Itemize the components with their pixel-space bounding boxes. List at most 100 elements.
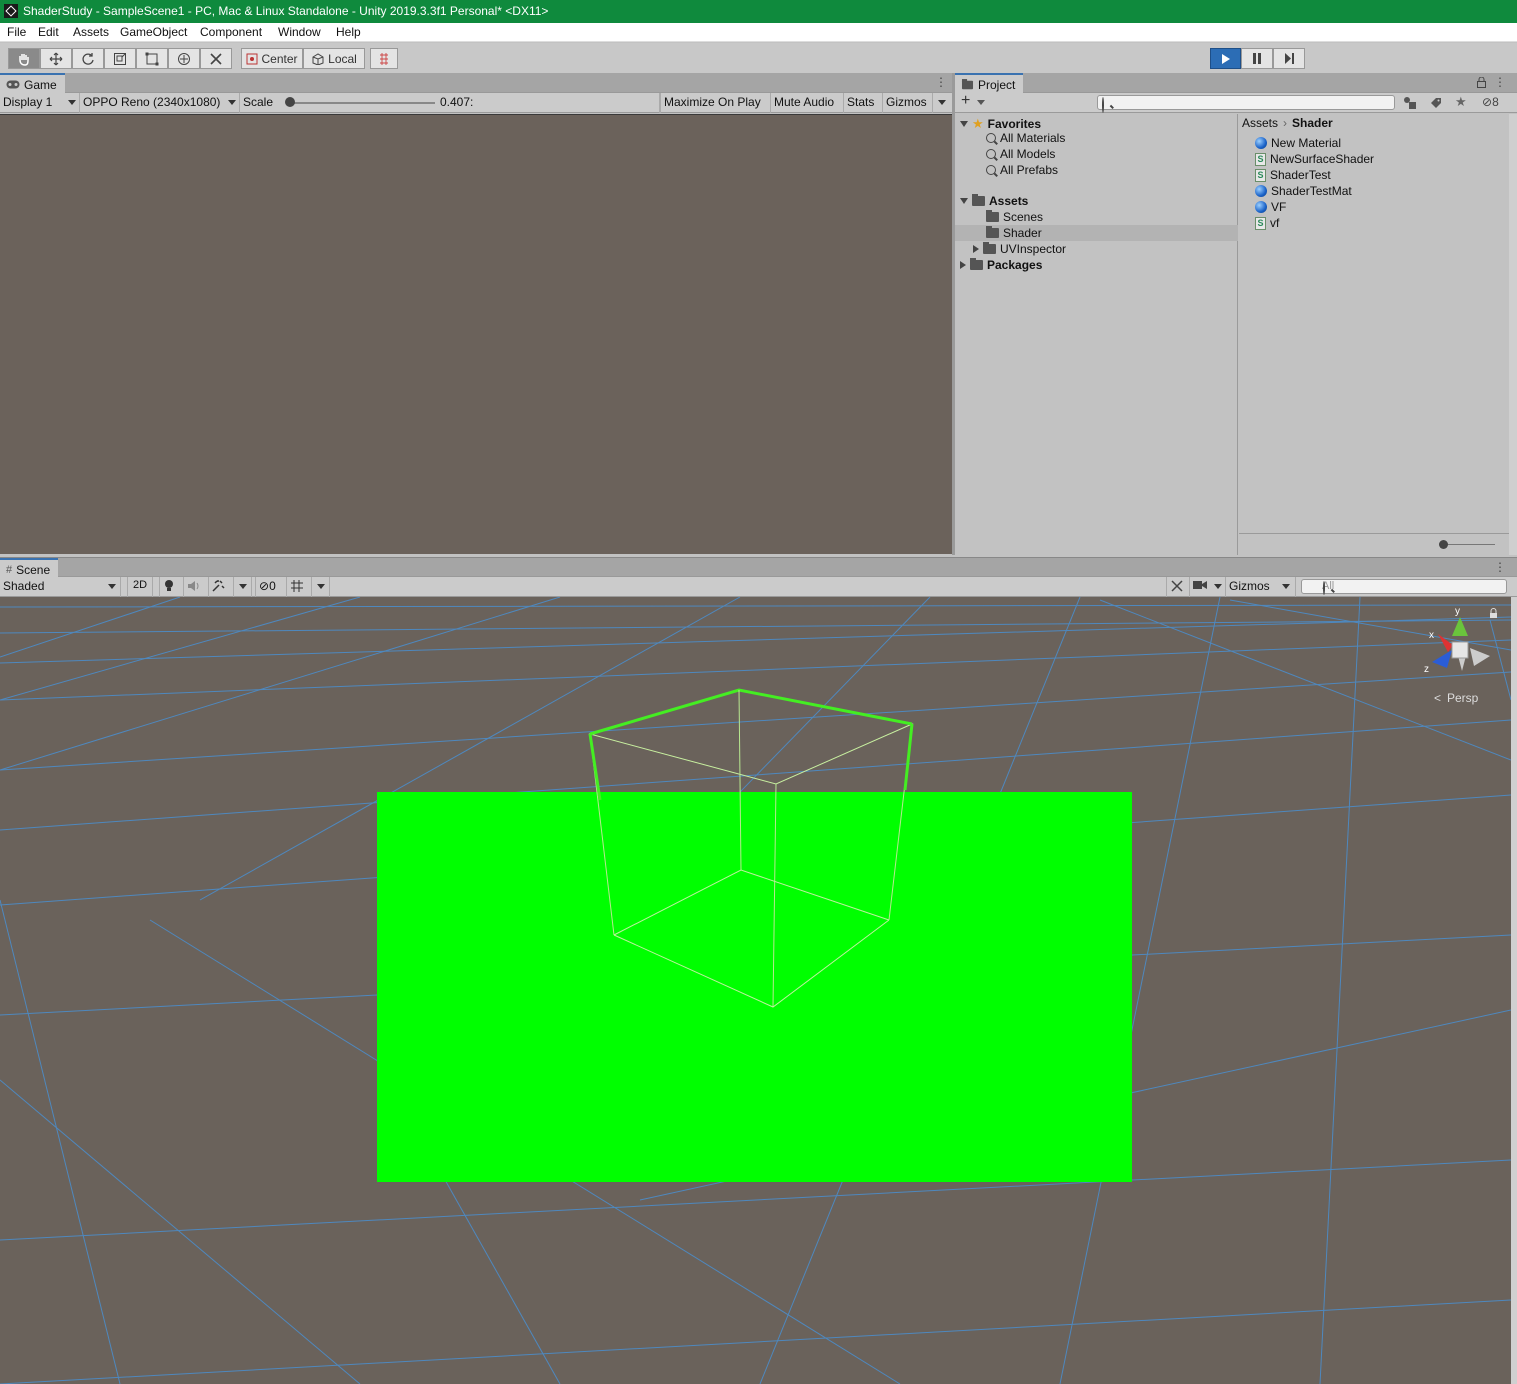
game-menu-icon[interactable]: ⋮ <box>935 75 947 89</box>
green-quad[interactable] <box>377 792 1132 1182</box>
effects-toggle[interactable] <box>209 577 234 597</box>
expand-arrow-icon[interactable] <box>960 121 968 127</box>
pivot-mode-button[interactable]: Center <box>241 48 303 69</box>
menu-file[interactable]: File <box>7 25 26 39</box>
chevron-down-icon[interactable] <box>977 100 985 105</box>
filter-by-label-icon[interactable] <box>1429 96 1443 110</box>
collapse-arrow-icon[interactable] <box>960 261 966 269</box>
assets-label: Assets <box>989 194 1029 208</box>
shading-mode-dropdown[interactable]: Shaded <box>0 577 121 597</box>
file-vf-shader[interactable]: S vf <box>1255 216 1279 230</box>
icon-size-slider-thumb[interactable] <box>1439 540 1448 549</box>
stats-label: Stats <box>847 95 875 109</box>
filter-by-type-icon[interactable] <box>1403 96 1417 110</box>
effects-dropdown[interactable] <box>234 577 252 597</box>
display-dropdown[interactable]: Display 1 <box>0 93 80 113</box>
project-scrollbar[interactable] <box>1509 114 1517 555</box>
grid-toggle[interactable] <box>287 577 312 597</box>
game-control-bar: Display 1 OPPO Reno (2340x1080) Scale 0.… <box>0 93 952 113</box>
shading-mode-value: Shaded <box>3 579 45 593</box>
menu-gameobject[interactable]: GameObject <box>120 25 187 39</box>
menu-window[interactable]: Window <box>278 25 321 39</box>
play-button[interactable] <box>1210 48 1241 69</box>
tab-game[interactable]: Game <box>0 73 65 93</box>
file-vf-material[interactable]: VF <box>1255 200 1286 214</box>
create-plus-icon[interactable]: + <box>961 92 970 110</box>
custom-tool-button[interactable] <box>200 48 232 69</box>
lock-icon[interactable] <box>1477 77 1486 88</box>
gizmo-lock-icon[interactable] <box>1490 608 1497 619</box>
tree-all-prefabs[interactable]: All Prefabs <box>986 163 1058 177</box>
resolution-dropdown[interactable]: OPPO Reno (2340x1080) <box>80 93 240 113</box>
audio-toggle[interactable] <box>184 577 209 597</box>
search-icon <box>986 149 996 159</box>
icon-size-slider-track[interactable] <box>1443 544 1495 545</box>
grid-line <box>1229 599 1511 651</box>
project-menu-icon[interactable]: ⋮ <box>1494 75 1506 89</box>
breadcrumb-current[interactable]: Shader <box>1292 116 1333 130</box>
tree-assets[interactable]: Assets <box>960 194 1028 208</box>
menu-edit[interactable]: Edit <box>38 25 59 39</box>
file-newsurfaceshader[interactable]: S NewSurfaceShader <box>1255 152 1374 166</box>
transform-tool-button[interactable] <box>168 48 200 69</box>
game-gizmos-dropdown[interactable] <box>933 93 952 113</box>
collapse-arrow-icon[interactable] <box>973 245 979 253</box>
file-label: vf <box>1270 216 1280 230</box>
rotate-tool-button[interactable] <box>72 48 104 69</box>
star-icon: ★ <box>972 116 984 131</box>
tree-shader[interactable]: Shader <box>986 226 1042 240</box>
tree-item-label: Scenes <box>1003 210 1044 224</box>
hidden-count: 8 <box>1492 95 1499 109</box>
hand-tool-button[interactable] <box>8 48 40 69</box>
folder-icon <box>986 226 999 238</box>
move-tool-button[interactable] <box>40 48 72 69</box>
scene-menu-icon[interactable]: ⋮ <box>1494 560 1506 574</box>
lighting-toggle[interactable] <box>159 577 184 597</box>
file-shadertest[interactable]: S ShaderTest <box>1255 168 1331 182</box>
scene-scrollbar[interactable] <box>1511 597 1517 1384</box>
grid-dropdown[interactable] <box>312 577 330 597</box>
project-search-input[interactable] <box>1097 95 1395 113</box>
scene-search-input[interactable]: All <box>1301 579 1507 595</box>
camera-settings-dropdown[interactable] <box>1190 577 1226 597</box>
step-button[interactable] <box>1273 48 1305 69</box>
menu-component[interactable]: Component <box>200 25 262 39</box>
scale-tool-button[interactable] <box>104 48 136 69</box>
favorite-star-icon[interactable]: ★ <box>1455 94 1467 110</box>
scale-slider-thumb[interactable] <box>285 97 295 107</box>
rotate-icon <box>82 52 94 65</box>
mute-audio-toggle[interactable]: Mute Audio <box>771 93 844 113</box>
snap-button[interactable] <box>370 48 398 69</box>
project-tab-label: Project <box>978 77 1016 92</box>
hidden-packages-toggle[interactable]: ⊘8 <box>1482 95 1499 109</box>
tree-uvinspector[interactable]: UVInspector <box>973 242 1066 256</box>
tree-favorites[interactable]: ★ Favorites <box>960 116 1041 132</box>
pivot-space-button[interactable]: Local <box>303 48 365 69</box>
material-icon <box>1255 201 1267 213</box>
menu-help[interactable]: Help <box>336 25 361 39</box>
menu-assets[interactable]: Assets <box>73 25 109 39</box>
tab-project[interactable]: Project <box>955 73 1024 93</box>
tree-all-materials[interactable]: All Materials <box>986 131 1065 145</box>
stats-toggle[interactable]: Stats <box>844 93 883 113</box>
file-shadertestmat[interactable]: ShaderTestMat <box>1255 184 1352 198</box>
game-gizmos-toggle[interactable]: Gizmos <box>883 93 933 113</box>
expand-arrow-icon[interactable] <box>960 198 968 204</box>
tree-all-models[interactable]: All Models <box>986 147 1055 161</box>
pause-button[interactable] <box>1241 48 1273 69</box>
tree-scenes[interactable]: Scenes <box>986 210 1043 224</box>
tree-packages[interactable]: Packages <box>960 258 1042 272</box>
scene-viewport[interactable]: y x z < Persp <box>0 597 1511 1384</box>
tab-scene[interactable]: # Scene <box>0 558 59 578</box>
2d-mode-toggle[interactable]: 2D <box>127 577 153 597</box>
scene-visibility-toggle[interactable]: ⊘0 <box>255 577 287 597</box>
game-viewport[interactable] <box>0 114 952 554</box>
breadcrumb-root[interactable]: Assets <box>1242 116 1278 130</box>
maximize-on-play-toggle[interactable]: Maximize On Play <box>660 93 771 113</box>
file-new-material[interactable]: New Material <box>1255 136 1341 150</box>
rect-tool-button[interactable] <box>136 48 168 69</box>
menu-bar: File Edit Assets GameObject Component Wi… <box>0 23 1517 42</box>
scene-gizmos-dropdown[interactable]: Gizmos <box>1226 577 1296 597</box>
scene-tools-toggle[interactable] <box>1166 577 1190 597</box>
scale-slider-track[interactable] <box>290 102 435 104</box>
